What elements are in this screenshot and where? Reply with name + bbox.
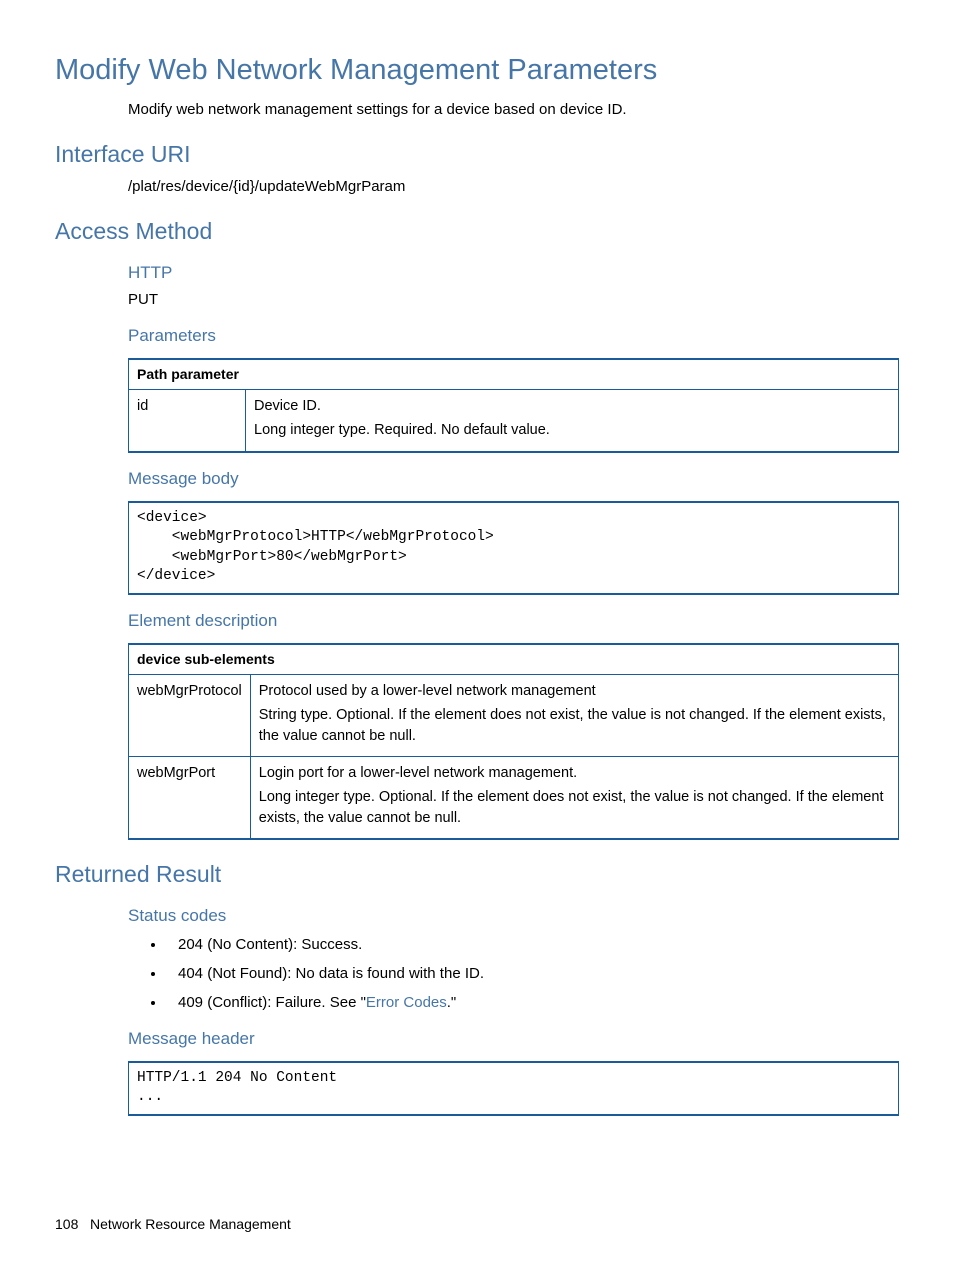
returned-result-heading: Returned Result [55,858,899,890]
list-item: 404 (Not Found): No data is found with t… [166,963,899,984]
message-header-heading: Message header [128,1027,899,1051]
status-codes-heading: Status codes [128,904,899,928]
page-intro: Modify web network management settings f… [128,99,899,120]
parameters-heading: Parameters [128,324,899,348]
element-desc: Login port for a lower-level network man… [250,757,898,839]
status-codes-list: 204 (No Content): Success. 404 (Not Foun… [128,934,899,1013]
page-number: 108 [55,1216,78,1232]
message-header-code: HTTP/1.1 204 No Content ... [128,1061,899,1116]
element-name: webMgrProtocol [129,675,251,757]
element-description-table: device sub-elements webMgrProtocol Proto… [128,643,899,840]
error-codes-link[interactable]: Error Codes [366,994,447,1011]
list-item: 409 (Conflict): Failure. See "Error Code… [166,992,899,1013]
interface-uri-path: /plat/res/device/{id}/updateWebMgrParam [128,176,899,197]
table-header: device sub-elements [129,644,899,675]
page-title: Modify Web Network Management Parameters [55,50,899,91]
page-footer: 108 Network Resource Management [55,1215,291,1235]
footer-section: Network Resource Management [90,1216,291,1232]
access-method-heading: Access Method [55,215,899,247]
param-name: id [129,390,246,452]
element-description-heading: Element description [128,609,899,633]
table-row: webMgrPort Login port for a lower-level … [129,757,899,839]
table-row: webMgrProtocol Protocol used by a lower-… [129,675,899,757]
param-desc: Device ID. Long integer type. Required. … [246,390,899,452]
http-method: PUT [128,289,899,310]
message-body-heading: Message body [128,467,899,491]
path-parameter-table: Path parameter id Device ID. Long intege… [128,358,899,453]
element-desc: Protocol used by a lower-level network m… [250,675,898,757]
message-body-code: <device> <webMgrProtocol>HTTP</webMgrPro… [128,501,899,595]
list-item: 204 (No Content): Success. [166,934,899,955]
table-row: id Device ID. Long integer type. Require… [129,390,899,452]
http-heading: HTTP [128,261,899,285]
table-header: Path parameter [129,359,899,390]
interface-uri-heading: Interface URI [55,138,899,170]
element-name: webMgrPort [129,757,251,839]
